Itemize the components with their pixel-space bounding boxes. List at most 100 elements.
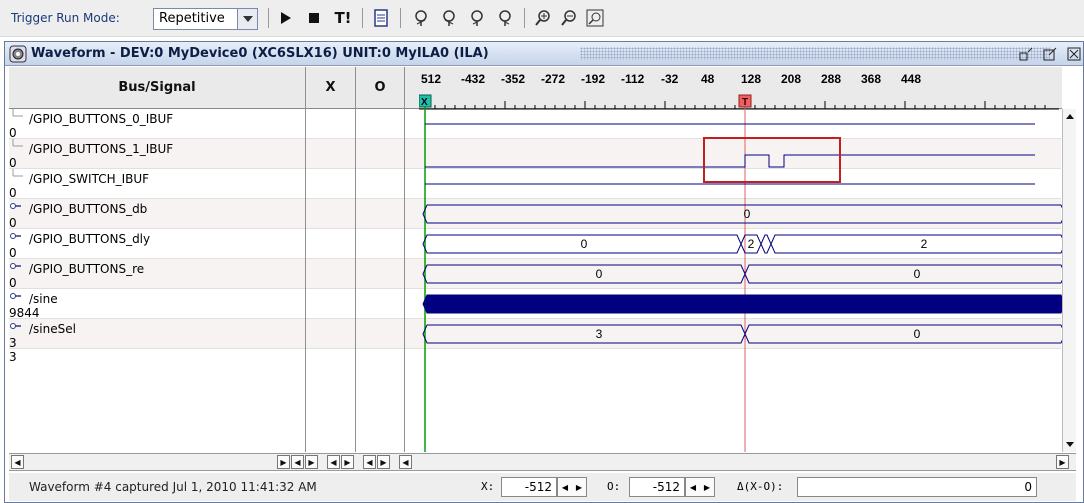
scroll-right-icon[interactable]: ▶ bbox=[377, 455, 390, 469]
ruler-label: -192 bbox=[581, 72, 605, 86]
trigger-immediate-icon[interactable]: T! bbox=[330, 6, 356, 30]
scroll-left-icon[interactable]: ◀ bbox=[327, 455, 340, 469]
scroll-right-icon[interactable]: ▶ bbox=[305, 455, 318, 469]
bus-segment bbox=[744, 264, 1062, 284]
x-value: 0 bbox=[9, 126, 17, 140]
step-right-icon[interactable]: ▶ bbox=[572, 478, 586, 496]
bus-value: 0 bbox=[744, 207, 751, 221]
scroll-up-icon[interactable] bbox=[1063, 109, 1077, 123]
step-left-icon[interactable]: ◀ bbox=[686, 478, 700, 496]
next-trigger-icon[interactable] bbox=[438, 6, 460, 30]
bus-expand-icon[interactable] bbox=[9, 199, 25, 213]
waveform-window: Waveform - DEV:0 MyDevice0 (XC6SLX16) UN… bbox=[4, 41, 1084, 503]
maximize-icon[interactable] bbox=[1041, 45, 1058, 62]
bus-value: 0 bbox=[914, 327, 921, 341]
ruler-label: -432 bbox=[461, 72, 485, 86]
waveform-grid: Bus/Signal X O /GPIO_BUTTONS_0_IBUF 0 0/GP… bbox=[9, 67, 1076, 452]
column-divider bbox=[404, 67, 405, 452]
step-right-icon[interactable]: ▶ bbox=[700, 478, 714, 496]
bus-expand-icon[interactable] bbox=[9, 259, 25, 273]
scroll-down-icon[interactable] bbox=[1063, 438, 1077, 452]
zoom-out-icon[interactable] bbox=[558, 6, 580, 30]
column-divider bbox=[305, 67, 306, 452]
minimize-icon[interactable] bbox=[1017, 45, 1034, 62]
trigger-run-mode-value: Repetitive bbox=[159, 11, 225, 26]
column-header-x[interactable]: X bbox=[306, 67, 355, 109]
signal-name-label: /GPIO_BUTTONS_db bbox=[29, 202, 148, 216]
x-value: 9844 bbox=[9, 306, 40, 320]
bus-expand-icon[interactable] bbox=[9, 289, 25, 303]
o-cursor-field[interactable]: -512 bbox=[629, 477, 685, 497]
delta-label: Δ(X-O): bbox=[737, 480, 784, 493]
bus-expand-icon[interactable] bbox=[9, 319, 25, 333]
step-left-icon[interactable]: ◀ bbox=[558, 478, 572, 496]
x-value: 0 bbox=[9, 186, 17, 200]
x-value: 0 bbox=[9, 156, 17, 170]
data-window-icon[interactable] bbox=[370, 6, 392, 30]
stop-icon[interactable] bbox=[304, 6, 324, 30]
bus-value: 3 bbox=[596, 327, 603, 341]
toolbar-separator bbox=[268, 8, 269, 28]
delta-field: 0 bbox=[797, 477, 1037, 497]
ruler-label: 48 bbox=[701, 72, 715, 86]
vertical-scrollbar[interactable] bbox=[1062, 109, 1076, 452]
toolbar-separator bbox=[524, 8, 525, 28]
signal-name-label: /sineSel bbox=[29, 322, 76, 336]
x-value: 0 bbox=[9, 216, 17, 230]
toolbar: Trigger Run Mode: Repetitive T! bbox=[0, 0, 1084, 37]
signal-name-label: /GPIO_BUTTONS_1_IBUF bbox=[29, 142, 174, 156]
column-header-o[interactable]: O bbox=[356, 67, 404, 109]
bus-value: 0 bbox=[581, 237, 588, 251]
bus-value: 0 bbox=[596, 267, 603, 281]
trigger-run-mode-label: Trigger Run Mode: bbox=[11, 11, 120, 25]
signal-name-label: /GPIO_BUTTONS_re bbox=[29, 262, 145, 276]
toolbar-separator bbox=[362, 8, 363, 28]
signal-name-label: /GPIO_BUTTONS_0_IBUF bbox=[29, 112, 174, 126]
signal-name-label: /sine bbox=[29, 292, 58, 306]
bus-segment bbox=[760, 234, 772, 254]
trigger-run-mode-select[interactable]: Repetitive bbox=[153, 8, 258, 30]
bus-value: 2 bbox=[921, 237, 928, 251]
ruler-label: 128 bbox=[741, 72, 761, 86]
bus-expand-icon[interactable] bbox=[9, 229, 25, 243]
scroll-left-icon[interactable]: ◀ bbox=[363, 455, 376, 469]
o-value: 3 bbox=[9, 350, 17, 364]
prev-marker-icon[interactable] bbox=[466, 6, 488, 30]
tree-line-icon bbox=[12, 109, 23, 117]
scroll-left-icon[interactable]: ◀ bbox=[399, 455, 412, 469]
scroll-right-icon[interactable]: ▶ bbox=[341, 455, 354, 469]
waveform-canvas[interactable]: 512 -432 -352 -272 -192 -112 -32 48 128 208 288 368… bbox=[419, 67, 1062, 452]
scroll-right-icon[interactable]: ▶ bbox=[1056, 455, 1069, 469]
run-icon[interactable] bbox=[276, 6, 296, 30]
next-marker-icon[interactable] bbox=[494, 6, 516, 30]
x-cursor-stepper[interactable]: ◀ ▶ bbox=[557, 477, 587, 497]
ruler-label: -112 bbox=[621, 72, 645, 86]
t-marker-label: T bbox=[742, 97, 748, 108]
scroll-left-icon[interactable]: ◀ bbox=[11, 455, 24, 469]
zoom-fit-icon[interactable] bbox=[584, 6, 606, 30]
column-divider bbox=[355, 67, 356, 452]
ruler-label: -32 bbox=[661, 72, 679, 86]
column-header-bus-signal[interactable]: Bus/Signal bbox=[9, 67, 305, 109]
zoom-in-icon[interactable] bbox=[532, 6, 554, 30]
bus-segment bbox=[744, 324, 1062, 344]
o-cursor-stepper[interactable]: ◀ ▶ bbox=[685, 477, 715, 497]
waveform-trace bbox=[425, 154, 1035, 168]
bus-segment bbox=[422, 204, 1062, 224]
ruler-label: 288 bbox=[821, 72, 841, 86]
waveform-window-icon bbox=[9, 45, 27, 66]
sine-bus-fill bbox=[422, 294, 1062, 314]
prev-trigger-icon[interactable] bbox=[410, 6, 432, 30]
status-bar: Waveform #4 captured Jul 1, 2010 11:41:3… bbox=[9, 473, 1076, 501]
ruler-label: 448 bbox=[901, 72, 921, 86]
ruler-label: -272 bbox=[541, 72, 565, 86]
close-icon[interactable] bbox=[1065, 45, 1082, 62]
scroll-right-icon[interactable]: ▶ bbox=[277, 455, 290, 469]
x-cursor-field[interactable]: -512 bbox=[501, 477, 557, 497]
window-titlebar: Waveform - DEV:0 MyDevice0 (XC6SLX16) UN… bbox=[5, 42, 1083, 66]
window-title: Waveform - DEV:0 MyDevice0 (XC6SLX16) UN… bbox=[31, 46, 489, 61]
bus-segment bbox=[422, 324, 746, 344]
scroll-left-icon[interactable]: ◀ bbox=[291, 455, 304, 469]
horizontal-scrollbars[interactable]: ◀ ▶ ◀ ▶ ◀ ▶ ◀ ▶ ◀ ▶ bbox=[9, 453, 1076, 471]
ruler-label: -352 bbox=[501, 72, 525, 86]
